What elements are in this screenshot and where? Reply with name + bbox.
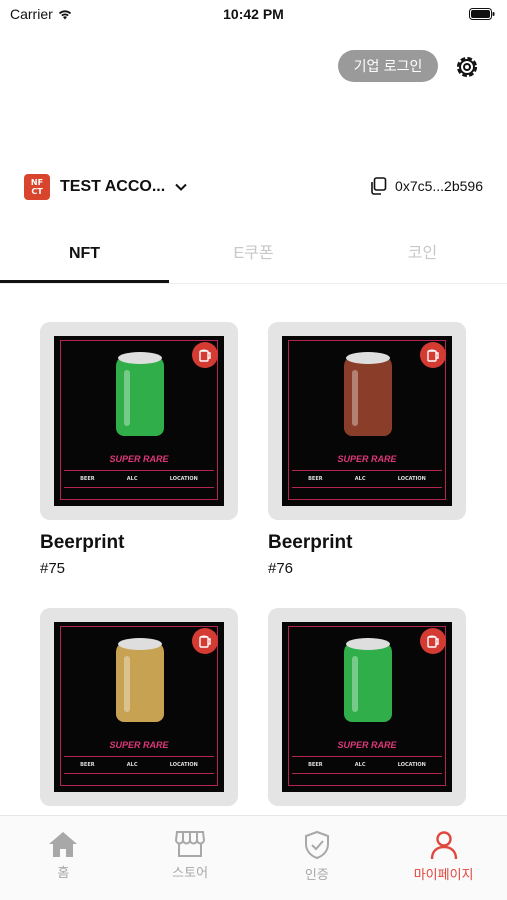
nft-image-frame: SUPER RARE BEER ALC LOCATION — [268, 608, 466, 806]
nft-image-frame: SUPER RARE BEER ALC LOCATION — [40, 322, 238, 520]
beer-info-row: BEER ALC LOCATION — [292, 470, 442, 488]
beer-can-top — [346, 638, 390, 650]
rarity-label: SUPER RARE — [109, 740, 169, 750]
nav-verify[interactable]: 인증 — [254, 816, 381, 900]
nft-artwork: SUPER RARE BEER ALC LOCATION — [282, 622, 452, 792]
info-alc: ALC — [126, 476, 138, 482]
beer-can-top — [118, 638, 162, 650]
beer-can-shine — [124, 370, 130, 426]
nft-number: #75 — [40, 560, 66, 577]
beer-mug-icon — [192, 342, 218, 368]
nav-mypage[interactable]: 마이페이지 — [380, 816, 507, 900]
tab-nft[interactable]: NFT — [0, 232, 169, 283]
info-alc: ALC — [354, 476, 366, 482]
nft-number: #76 — [268, 560, 294, 577]
beer-can-shine — [352, 656, 358, 712]
beer-info-row: BEER ALC LOCATION — [64, 470, 214, 488]
bottom-nav: 홈 스토어 인증 마이페이지 — [0, 815, 507, 900]
person-icon — [430, 831, 457, 860]
wallet-address-text: 0x7c5...2b596 — [395, 178, 483, 194]
account-name: TEST ACCO... — [60, 178, 166, 195]
info-beer: BEER — [80, 762, 95, 768]
info-alc: ALC — [126, 762, 138, 768]
nav-mypage-label: 마이페이지 — [413, 868, 474, 883]
beer-can-top — [346, 352, 390, 364]
nft-title: Beerprint — [40, 532, 125, 553]
status-bar: Carrier 10:42 PM — [0, 0, 507, 30]
nav-home-label: 홈 — [57, 866, 70, 881]
account-logo: NF CT — [24, 174, 50, 200]
info-beer: BEER — [308, 476, 323, 482]
account-logo-line-2: CT — [31, 187, 43, 196]
nav-store[interactable]: 스토어 — [127, 816, 254, 900]
beer-can-top — [118, 352, 162, 364]
shield-check-icon — [304, 830, 329, 860]
info-beer: BEER — [308, 762, 323, 768]
chevron-down-icon — [175, 183, 187, 191]
store-icon — [175, 831, 206, 857]
nft-title: Beerprint — [268, 532, 353, 553]
beer-mug-icon — [192, 628, 218, 654]
nft-card[interactable]: SUPER RARE BEER ALC LOCATION Beerprint #… — [40, 322, 238, 577]
corp-login-button[interactable]: 기업 로그인 — [338, 50, 438, 82]
info-location: LOCATION — [397, 762, 426, 768]
info-location: LOCATION — [169, 476, 198, 482]
info-alc: ALC — [354, 762, 366, 768]
wallet-address[interactable]: 0x7c5...2b596 — [369, 177, 483, 195]
nav-store-label: 스토어 — [172, 866, 209, 881]
beer-can-shine — [352, 370, 358, 426]
info-location: LOCATION — [169, 762, 198, 768]
account-selector[interactable]: NF CT TEST ACCO... — [24, 174, 187, 200]
tab-coin[interactable]: 코인 — [338, 232, 507, 283]
battery-icon — [469, 8, 495, 20]
clock: 10:42 PM — [223, 6, 284, 22]
nav-home[interactable]: 홈 — [0, 816, 127, 900]
rarity-label: SUPER RARE — [337, 740, 397, 750]
rarity-label: SUPER RARE — [337, 454, 397, 464]
rarity-label: SUPER RARE — [109, 454, 169, 464]
tab-ecoupon[interactable]: E쿠폰 — [169, 232, 338, 283]
beer-info-row: BEER ALC LOCATION — [292, 756, 442, 774]
segment-tabs: NFT E쿠폰 코인 — [0, 232, 507, 284]
info-location: LOCATION — [397, 476, 426, 482]
gear-icon[interactable] — [452, 52, 482, 82]
info-beer: BEER — [80, 476, 95, 482]
nft-card[interactable]: SUPER RARE BEER ALC LOCATION — [268, 608, 466, 818]
nft-image-frame: SUPER RARE BEER ALC LOCATION — [40, 608, 238, 806]
beer-mug-icon — [420, 342, 446, 368]
nft-artwork: SUPER RARE BEER ALC LOCATION — [54, 622, 224, 792]
account-logo-line-1: NF — [30, 178, 44, 187]
copy-icon[interactable] — [369, 177, 387, 195]
beer-can-shine — [124, 656, 130, 712]
nav-verify-label: 인증 — [304, 868, 329, 883]
home-icon — [49, 832, 78, 857]
beer-mug-icon — [420, 628, 446, 654]
beer-info-row: BEER ALC LOCATION — [64, 756, 214, 774]
nft-artwork: SUPER RARE BEER ALC LOCATION — [54, 336, 224, 506]
nft-artwork: SUPER RARE BEER ALC LOCATION — [282, 336, 452, 506]
nft-card[interactable]: SUPER RARE BEER ALC LOCATION Beerprint #… — [268, 322, 466, 577]
nft-image-frame: SUPER RARE BEER ALC LOCATION — [268, 322, 466, 520]
nft-card[interactable]: SUPER RARE BEER ALC LOCATION — [40, 608, 238, 818]
